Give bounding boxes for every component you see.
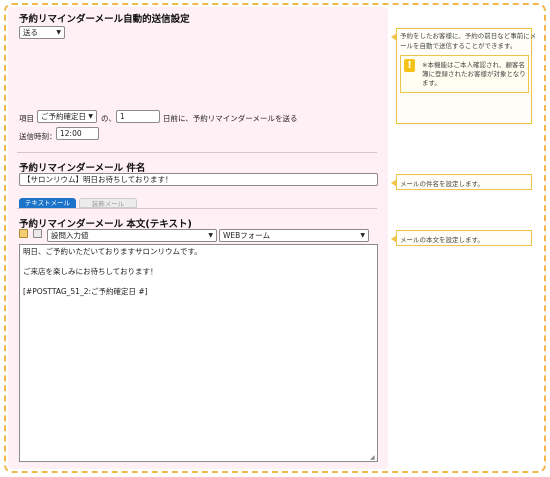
body-line-4 xyxy=(23,277,374,287)
item-connector-text: の、 xyxy=(101,114,116,123)
days-before-suffix: 日前に、予約リマインダーメールを送る xyxy=(163,114,298,123)
body-help-text: メールの本文を設定します。 xyxy=(400,236,484,244)
send-select[interactable]: 送る ▼ xyxy=(19,26,65,39)
item-label: 項目 xyxy=(19,114,34,123)
body-line-3: ご来店を楽しみにお待ちしております！ xyxy=(23,267,158,276)
warning-icon: ! xyxy=(404,59,415,72)
section-divider xyxy=(17,152,377,153)
insert-field-select[interactable]: 設問入力値 ▼ xyxy=(47,229,217,242)
section-title-body: 予約リマインダーメール 本文(テキスト) xyxy=(19,219,192,230)
chevron-down-icon: ▼ xyxy=(208,232,213,239)
warning-text-line-3: ます。 xyxy=(422,79,441,87)
body-help-note: メールの本文を設定します。 xyxy=(391,230,532,246)
body-line-2 xyxy=(23,257,374,267)
tab-text-mail[interactable]: テキストメール xyxy=(19,198,76,208)
subject-help-text: メールの件名を設定します。 xyxy=(400,180,484,188)
template-icon[interactable] xyxy=(33,229,42,238)
body-line-1: 明日、ご予約いただいておりますサロンリウムです。 xyxy=(23,247,202,256)
body-textarea[interactable]: 明日、ご予約いただいておりますサロンリウムです。 ご来店を楽しみにお待ちしておりま… xyxy=(19,244,378,462)
help-text-line-2: ールを自動で送信することができます。 xyxy=(400,42,517,50)
auto-send-help-note: 予約をしたお客様に、予約の前日など事前にメ ールを自動で送信することができます。… xyxy=(391,28,536,124)
warning-text-line-2: 簿に登録されたお客様が対象となり xyxy=(422,70,526,78)
chevron-down-icon: ▼ xyxy=(56,29,61,36)
send-select-value: 送る xyxy=(23,28,38,37)
days-before-input[interactable]: 1 xyxy=(116,110,160,123)
insert-tag-icon[interactable] xyxy=(19,229,28,238)
send-time-label: 送信時刻： xyxy=(19,132,57,141)
warning-box: ! ※本機能はご本人確認され、顧客名 簿に登録されたお客様が対象となり ます。 xyxy=(400,55,529,93)
subject-help-note: メールの件名を設定します。 xyxy=(391,174,532,190)
subject-input[interactable]: 【サロンリウム】明日お待ちしております！ xyxy=(19,173,378,186)
insert-field-select-value: 設問入力値 xyxy=(51,231,89,240)
section-title-subject: 予約リマインダーメール 件名 xyxy=(19,163,146,174)
body-line-5: [#POSTTAG_51_2:ご予約確定日 #] xyxy=(23,287,148,296)
tab-underline xyxy=(17,208,377,209)
form-select[interactable]: WEBフォーム ▼ xyxy=(219,229,369,242)
note-pointer xyxy=(391,235,397,243)
tab-html-mail[interactable]: 装飾メール xyxy=(79,198,137,208)
item-select[interactable]: ご予約確定日 ▼ xyxy=(37,110,97,123)
section-title-auto-send: 予約リマインダーメール自動的送信設定 xyxy=(19,14,190,25)
chevron-down-icon: ▼ xyxy=(360,232,365,239)
note-pointer xyxy=(391,33,397,41)
chevron-down-icon: ▼ xyxy=(88,113,93,120)
form-select-value: WEBフォーム xyxy=(223,231,271,240)
resize-handle-icon[interactable]: ◢ xyxy=(370,454,375,461)
item-select-value: ご予約確定日 xyxy=(41,112,86,121)
help-text-line-1: 予約をしたお客様に、予約の前日など事前にメ xyxy=(400,32,537,40)
send-time-input[interactable]: 12:00 xyxy=(56,127,99,140)
note-pointer xyxy=(391,179,397,187)
warning-text-line-1: ※本機能はご本人確認され、顧客名 xyxy=(422,61,526,69)
